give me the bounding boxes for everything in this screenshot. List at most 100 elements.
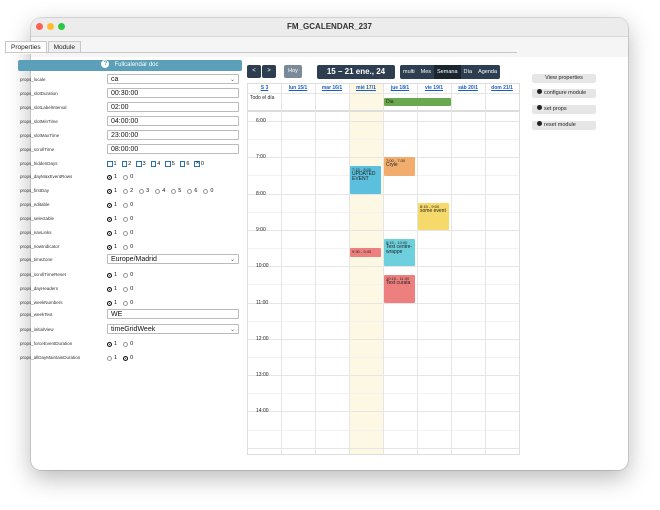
radio-option[interactable]: 0 (123, 355, 133, 361)
fullcalendar-doc-button[interactable]: ? Fullcalendar doc (18, 60, 242, 71)
day-header[interactable]: sáb 20/1 (451, 84, 485, 93)
radio-button[interactable] (155, 188, 161, 194)
radio-option[interactable]: 0 (123, 174, 133, 180)
radio-button[interactable] (187, 188, 193, 194)
scrolltime-input[interactable]: 08:00:00 (107, 144, 239, 154)
radio-button-selected[interactable] (107, 272, 112, 278)
hiddendays-option[interactable]: 1 (107, 161, 117, 167)
calendar-event[interactable]: 8:15 - 9:00 some event (418, 202, 449, 230)
radio-button[interactable] (123, 341, 129, 347)
calendar-event[interactable]: 7:15 - 8:00 UPDATED EVENT (350, 166, 381, 194)
radio-button-selected[interactable] (107, 341, 112, 347)
radio-button[interactable] (123, 174, 129, 180)
radio-button[interactable] (123, 188, 129, 194)
radio-option[interactable]: 2 (123, 188, 133, 194)
hiddendays-option[interactable]: 3 (136, 161, 146, 167)
radio-option[interactable]: 1 (107, 202, 117, 208)
day-header[interactable]: jue 18/1 (383, 84, 417, 93)
radio-option[interactable]: 1 (107, 230, 117, 236)
radio-button-selected[interactable] (107, 244, 112, 250)
radio-option[interactable]: 0 (123, 230, 133, 236)
view-button-week[interactable]: Semana (434, 65, 461, 79)
weektext-input[interactable]: WE (107, 309, 239, 319)
radio-option[interactable]: 3 (139, 188, 149, 194)
day-header[interactable]: mié 17/1 (349, 84, 383, 93)
hiddendays-option[interactable]: 0 (194, 160, 204, 167)
radio-button[interactable] (107, 355, 112, 361)
prev-button[interactable]: < (247, 65, 261, 78)
radio-button-selected[interactable] (123, 355, 129, 361)
slotmaxtime-input[interactable]: 23:00:00 (107, 130, 239, 140)
radio-option[interactable]: 1 (107, 244, 117, 250)
radio-button[interactable] (123, 300, 129, 306)
view-button-month[interactable]: Mes (418, 65, 434, 79)
radio-option[interactable]: 1 (107, 174, 117, 180)
hiddendays-option[interactable]: 6 (179, 161, 189, 167)
calendar-event[interactable]: 10:15 - 11:00 Test curata (384, 275, 415, 303)
initialview-select[interactable]: timeGridWeek ⌄ (107, 324, 239, 334)
radio-option[interactable]: 1 (107, 188, 117, 194)
radio-option[interactable]: 0 (123, 244, 133, 250)
radio-button[interactable] (139, 188, 145, 194)
checkbox[interactable] (107, 161, 113, 167)
day-header[interactable]: dom 21/1 (485, 84, 519, 93)
radio-option[interactable]: 0 (123, 272, 133, 278)
radio-option[interactable]: 0 (123, 216, 133, 222)
radio-option[interactable]: 4 (155, 188, 165, 194)
radio-button[interactable] (123, 216, 129, 222)
set-props-button[interactable]: set props (532, 105, 596, 114)
radio-button-selected[interactable] (107, 174, 112, 180)
checkbox-checked[interactable] (194, 160, 200, 167)
checkbox[interactable] (121, 161, 128, 167)
view-properties-button[interactable]: View properties (532, 74, 596, 83)
checkbox[interactable] (179, 161, 186, 167)
calendar-event[interactable]: 9:15 - 10:00 Test centre-wrappe (384, 239, 415, 267)
configure-module-button[interactable]: configure module (532, 89, 596, 98)
radio-option[interactable]: 0 (123, 286, 133, 292)
day-header[interactable]: vie 19/1 (417, 84, 451, 93)
radio-option[interactable]: 1 (107, 300, 117, 306)
radio-option[interactable]: 1 (107, 355, 117, 361)
radio-button[interactable] (123, 202, 129, 208)
next-button[interactable]: > (262, 65, 276, 78)
radio-option[interactable]: 5 (171, 188, 181, 194)
slotlabelinterval-input[interactable]: 02:00 (107, 102, 239, 112)
radio-option[interactable]: 0 (203, 188, 213, 194)
radio-button-selected[interactable] (107, 286, 112, 292)
checkbox[interactable] (136, 161, 142, 167)
view-button-day[interactable]: Día (461, 65, 476, 79)
checkbox[interactable] (150, 161, 157, 167)
locale-select[interactable]: ca ⌄ (107, 74, 239, 84)
view-button-multi[interactable]: multi (400, 65, 418, 79)
day-header[interactable]: lun 15/1 (281, 84, 315, 93)
radio-button-selected[interactable] (107, 230, 112, 236)
radio-option[interactable]: 1 (107, 286, 117, 292)
radio-option[interactable]: 1 (107, 216, 117, 222)
radio-button-selected[interactable] (107, 300, 112, 306)
view-button-agenda[interactable]: Agenda (475, 65, 500, 79)
hiddendays-option[interactable]: 2 (121, 161, 131, 167)
radio-button[interactable] (123, 244, 129, 250)
radio-option[interactable]: 0 (123, 202, 133, 208)
radio-option[interactable]: 1 (107, 341, 117, 347)
timezone-select[interactable]: Europe/Madrid ⌄ (107, 254, 239, 264)
slotmintime-input[interactable]: 04:00:00 (107, 116, 239, 126)
radio-option[interactable]: 0 (123, 341, 133, 347)
radio-button-selected[interactable] (107, 202, 112, 208)
calendar-event[interactable]: 7:00 - 7:30 Cryle (384, 157, 415, 176)
radio-button-selected[interactable] (107, 216, 112, 222)
hiddendays-option[interactable]: 5 (165, 161, 175, 167)
checkbox[interactable] (165, 161, 171, 167)
radio-option[interactable]: 1 (107, 272, 117, 278)
hiddendays-option[interactable]: 4 (150, 161, 160, 167)
radio-button[interactable] (123, 286, 129, 292)
allday-event[interactable]: Dia (384, 98, 451, 106)
radio-option[interactable]: 0 (123, 300, 133, 306)
reset-module-button[interactable]: reset module (532, 121, 596, 130)
today-button[interactable]: Hoy (284, 65, 302, 78)
slotduration-input[interactable]: 00:30:00 (107, 88, 239, 98)
radio-button[interactable] (123, 230, 129, 236)
radio-option[interactable]: 6 (187, 188, 197, 194)
week-number-label[interactable]: S 3 (248, 84, 281, 93)
radio-button[interactable] (123, 272, 129, 278)
